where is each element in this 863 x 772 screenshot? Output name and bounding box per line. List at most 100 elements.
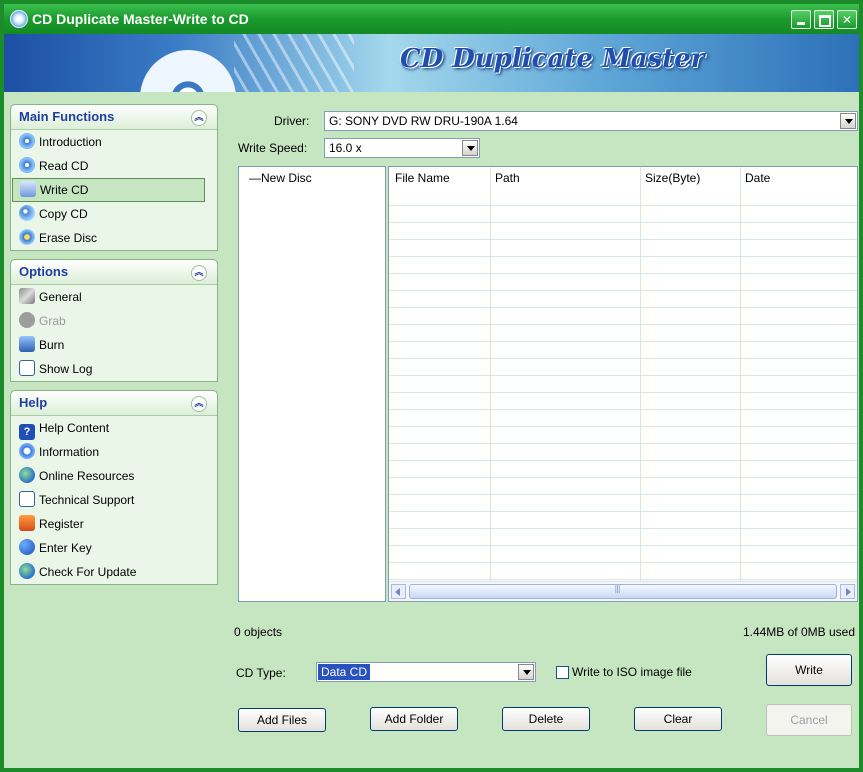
header-banner: CD Duplicate Master xyxy=(4,34,859,92)
file-list-table[interactable]: File Name Path Size(Byte) Date xyxy=(388,166,858,602)
column-divider xyxy=(740,167,741,581)
sidebar-item-help-content[interactable]: ? Help Content xyxy=(11,416,217,440)
options-panel: Options ︽ General Grab Burn Show Log xyxy=(10,259,218,382)
main-content: Driver: G: SONY DVD RW DRU-190A 1.64 Wri… xyxy=(224,102,859,768)
copy-cd-icon xyxy=(19,205,35,221)
scroll-right-icon[interactable] xyxy=(840,584,855,599)
chevron-down-icon[interactable] xyxy=(840,113,856,129)
disc-tree[interactable]: —New Disc xyxy=(238,166,386,602)
iso-checkbox-label[interactable]: Write to ISO image file xyxy=(572,665,692,679)
sidebar-item-technical-support[interactable]: Technical Support xyxy=(11,488,217,512)
sidebar-item-general[interactable]: General xyxy=(11,285,217,309)
column-divider xyxy=(640,167,641,581)
horizontal-scrollbar[interactable] xyxy=(389,581,857,601)
cd-disc-graphic xyxy=(140,50,236,92)
sidebar-item-label: Information xyxy=(39,445,100,459)
column-path[interactable]: Path xyxy=(495,167,520,189)
help-panel: Help ︽ ? Help Content Information Online … xyxy=(10,390,218,585)
help-icon: ? xyxy=(19,424,35,440)
objects-count: 0 objects xyxy=(234,625,283,639)
cd-type-label: CD Type: xyxy=(236,666,286,680)
sidebar-item-read-cd[interactable]: Read CD xyxy=(11,154,217,178)
clear-button[interactable]: Clear xyxy=(634,707,722,731)
main-functions-panel: Main Functions ︽ Introduction Read CD Wr… xyxy=(10,104,218,251)
sidebar-item-label: General xyxy=(39,290,82,304)
add-files-button[interactable]: Add Files xyxy=(238,708,326,732)
sidebar-item-label: Grab xyxy=(39,314,66,328)
table-header: File Name Path Size(Byte) Date xyxy=(389,167,857,190)
sidebar: Main Functions ︽ Introduction Read CD Wr… xyxy=(10,104,218,593)
write-cd-icon xyxy=(20,181,36,197)
sidebar-item-enter-key[interactable]: Enter Key xyxy=(11,536,217,560)
disc-icon xyxy=(19,133,35,149)
sidebar-item-show-log[interactable]: Show Log xyxy=(11,357,217,381)
column-file-name[interactable]: File Name xyxy=(395,167,450,189)
sidebar-item-erase-disc[interactable]: Erase Disc xyxy=(11,226,217,250)
sidebar-item-label: Check For Update xyxy=(39,565,137,579)
info-icon xyxy=(19,443,35,459)
update-icon xyxy=(19,563,35,579)
write-button[interactable]: Write xyxy=(766,654,852,686)
scroll-left-icon[interactable] xyxy=(391,584,406,599)
sidebar-item-label: Technical Support xyxy=(39,493,135,507)
chevron-down-icon[interactable] xyxy=(462,140,478,156)
close-button[interactable] xyxy=(837,5,857,35)
sidebar-item-copy-cd[interactable]: Copy CD xyxy=(11,202,217,226)
panel-header[interactable]: Options ︽ xyxy=(11,260,217,285)
sidebar-item-grab: Grab xyxy=(11,309,217,333)
scroll-thumb[interactable] xyxy=(409,584,837,599)
panel-title: Main Functions xyxy=(19,109,115,124)
column-size[interactable]: Size(Byte) xyxy=(645,167,700,189)
sidebar-item-label: Show Log xyxy=(39,362,93,376)
cd-app-icon xyxy=(10,10,28,28)
tree-node-label: New Disc xyxy=(261,171,312,185)
sidebar-item-online-resources[interactable]: Online Resources xyxy=(11,464,217,488)
sidebar-item-label: Read CD xyxy=(39,159,89,173)
table-body[interactable] xyxy=(389,189,857,581)
collapse-icon[interactable]: ︽ xyxy=(191,265,207,281)
sidebar-item-label: Enter Key xyxy=(39,541,92,555)
iso-checkbox[interactable] xyxy=(556,666,569,679)
maximize-button[interactable] xyxy=(814,10,834,29)
sidebar-item-information[interactable]: Information xyxy=(11,440,217,464)
panel-title: Help xyxy=(19,395,48,410)
sidebar-item-label: Register xyxy=(39,517,84,531)
banner-title: CD Duplicate Master xyxy=(400,44,705,74)
window-title: CD Duplicate Master-Write to CD xyxy=(32,11,249,27)
title-bar[interactable]: CD Duplicate Master-Write to CD xyxy=(4,4,859,35)
grab-icon xyxy=(19,312,35,328)
sidebar-item-burn[interactable]: Burn xyxy=(11,333,217,357)
panel-header[interactable]: Help ︽ xyxy=(11,391,217,416)
add-folder-button[interactable]: Add Folder xyxy=(370,707,458,731)
collapse-icon[interactable]: ︽ xyxy=(191,110,207,126)
column-date[interactable]: Date xyxy=(745,167,770,189)
read-cd-icon xyxy=(19,157,35,173)
key-icon xyxy=(19,539,35,555)
burn-icon xyxy=(19,336,35,352)
tree-node-new-disc[interactable]: —New Disc xyxy=(249,171,312,185)
sidebar-item-label: Write CD xyxy=(40,183,89,197)
driver-select[interactable]: G: SONY DVD RW DRU-190A 1.64 xyxy=(324,111,858,131)
driver-label: Driver: xyxy=(274,114,310,128)
sidebar-item-introduction[interactable]: Introduction xyxy=(11,130,217,154)
chevron-down-icon[interactable] xyxy=(518,664,534,680)
sidebar-item-label: Online Resources xyxy=(39,469,135,483)
sidebar-item-label: Burn xyxy=(39,338,65,352)
delete-button[interactable]: Delete xyxy=(502,707,590,731)
write-speed-select[interactable]: 16.0 x xyxy=(324,138,480,158)
globe-icon xyxy=(19,467,35,483)
sidebar-item-write-cd[interactable]: Write CD xyxy=(12,178,205,202)
collapse-icon[interactable]: ︽ xyxy=(191,396,207,412)
sidebar-item-label: Help Content xyxy=(39,421,110,435)
sidebar-item-label: Copy CD xyxy=(39,207,88,221)
erase-disc-icon xyxy=(19,229,35,245)
log-icon xyxy=(19,360,35,376)
panel-header[interactable]: Main Functions ︽ xyxy=(11,105,217,130)
sidebar-item-register[interactable]: Register xyxy=(11,512,217,536)
sidebar-item-check-for-update[interactable]: Check For Update xyxy=(11,560,217,584)
cd-type-select[interactable]: Data CD xyxy=(316,662,536,682)
app-window: CD Duplicate Master-Write to CD CD Dupli… xyxy=(0,0,863,772)
sidebar-item-label: Introduction xyxy=(39,135,102,149)
general-icon xyxy=(19,288,35,304)
minimize-button[interactable] xyxy=(791,10,811,29)
